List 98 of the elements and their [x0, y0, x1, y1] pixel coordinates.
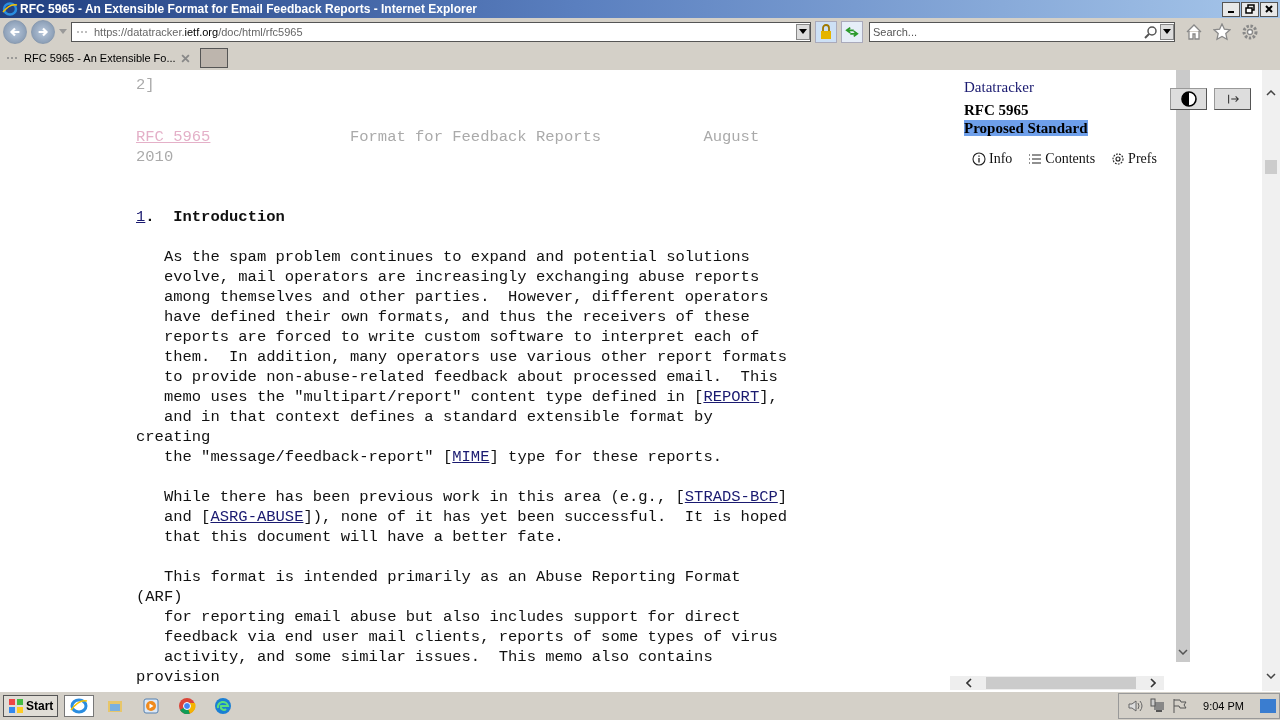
scroll-down-icon[interactable]: [1266, 673, 1276, 679]
document-text: ]), none of it has yet been successful. It is hoped: [303, 508, 788, 526]
window-title: RFC 5965 - An Extensible Format for Email Feedback Reports - Internet Explorer: [20, 2, 478, 16]
browser-logo-icon: [2, 1, 18, 17]
scroll-thumb[interactable]: [1265, 160, 1277, 174]
document-text: 2010: [136, 148, 174, 166]
link[interactable]: 1: [136, 208, 146, 226]
minimize-icon: [1228, 11, 1234, 13]
refresh-icon[interactable]: [841, 21, 863, 43]
link[interactable]: ASRG-ABUSE: [210, 508, 304, 526]
home-icon[interactable]: [1185, 23, 1203, 41]
right-arrow-icon: [36, 25, 50, 39]
star-icon[interactable]: [1213, 23, 1231, 41]
browser-logo-icon: [70, 697, 89, 715]
link[interactable]: MIME: [452, 448, 490, 466]
caret-icon: [799, 29, 807, 35]
document-text: This format is intended primarily as an Abuse Reporting Format: [162, 568, 741, 586]
sidebar-link[interactable]: Info: [972, 151, 1013, 167]
document-text: among themselves and other parties. However, different operators: [162, 288, 769, 306]
minimize-button[interactable]: [1222, 1, 1240, 17]
link[interactable]: REPORT: [703, 388, 760, 406]
left-arrow-icon: [8, 25, 22, 39]
document-text: 2]: [136, 76, 155, 94]
scrollbar[interactable]: [1176, 70, 1190, 662]
dropdown-caret-icon[interactable]: [59, 29, 67, 35]
start-button[interactable]: Start: [3, 695, 59, 717]
document-text: creating: [136, 428, 211, 446]
scroll-down-icon[interactable]: [1178, 649, 1188, 655]
new-tab-button[interactable]: [200, 48, 228, 68]
volume-icon[interactable]: [1127, 698, 1144, 714]
page-icon: [6, 55, 20, 61]
close-button[interactable]: [1260, 1, 1278, 17]
horizontal-scrollbar[interactable]: [950, 676, 1164, 690]
contrast-button[interactable]: [1170, 88, 1207, 110]
play-icon: [142, 697, 161, 715]
document-text: Format for Feedback Reports August: [348, 128, 760, 146]
document-text: to provide non-abuse-related feedback about processed email. This: [162, 368, 778, 386]
arrow-to-bar-icon: [1225, 92, 1240, 106]
sidebar-link[interactable]: Contents: [1028, 151, 1096, 167]
document-text: and [: [162, 508, 211, 526]
network-icon[interactable]: [1149, 698, 1166, 714]
restore-button[interactable]: [1241, 1, 1259, 17]
document-text: evolve, mail operators are increasingly exchanging abuse reports: [162, 268, 760, 286]
settings-icon: [1111, 152, 1126, 166]
close-tab-icon[interactable]: [181, 53, 190, 63]
document-text: . Introduction: [145, 208, 285, 226]
flag-icon[interactable]: [1171, 698, 1188, 714]
settings-icon[interactable]: [1241, 23, 1259, 41]
restore-icon: [1245, 4, 1255, 14]
scroll-left-icon[interactable]: [966, 678, 972, 688]
link[interactable]: STRADS-BCP: [684, 488, 778, 506]
dropdown-button[interactable]: [796, 24, 810, 40]
url-text: https://datatracker.ietf.org/doc/html/rfc5965: [94, 26, 304, 38]
caret-icon: [1163, 29, 1171, 35]
back-button[interactable]: [3, 20, 27, 44]
document-text: the "message/feedback-report" [: [162, 448, 453, 466]
document-text: reports are forced to write custom software to interpret each of: [162, 328, 760, 346]
status-text: Proposed Standard: [964, 120, 1088, 136]
scroll-right-icon[interactable]: [1150, 678, 1156, 688]
document-text: ],: [759, 388, 778, 406]
document-text: feedback via end user mail clients, reports of some types of virus: [162, 628, 778, 646]
contrast-icon: [1180, 91, 1197, 107]
document-text: While there has been previous work in this area (e.g., [: [162, 488, 685, 506]
document-text: provision: [136, 668, 220, 686]
search-icon[interactable]: [1144, 25, 1158, 39]
page-scrollbar[interactable]: [1262, 70, 1280, 691]
document-name: RFC 5965: [964, 102, 1030, 119]
windows-logo-icon: [8, 698, 24, 714]
document-text: (ARF): [136, 588, 183, 606]
edge-logo-icon: [214, 697, 233, 715]
document-text: that this document will have a better fate.: [162, 528, 564, 546]
clock: 9:04 PM: [1203, 700, 1244, 712]
page-icon: [76, 29, 90, 35]
search-field[interactable]: Search...: [869, 22, 1175, 42]
browser-tab[interactable]: RFC 5965 - An Extensible Fo...: [2, 47, 196, 69]
address-field[interactable]: https://datatracker.ietf.org/doc/html/rfc5965: [71, 22, 811, 42]
chrome-logo-icon: [178, 697, 197, 715]
document-text: for reporting email abuse but also includes support for direct: [162, 608, 741, 626]
document-text: ]: [777, 488, 788, 506]
document-text: have defined their own formats, and thus the receivers of these: [162, 308, 750, 326]
scroll-up-icon[interactable]: [1266, 90, 1276, 96]
lock-icon[interactable]: [815, 21, 837, 43]
sidebar-link[interactable]: Prefs: [1111, 151, 1157, 167]
dropdown-button[interactable]: [1160, 24, 1174, 40]
info-icon: [972, 152, 986, 166]
site-link[interactable]: Datatracker: [964, 79, 1034, 96]
document-text: As the spam problem continues to expand and potential solutions: [162, 248, 750, 266]
document-text: and in that context defines a standard extensible format by: [162, 408, 713, 426]
tab-title: RFC 5965 - An Extensible Fo...: [24, 52, 177, 64]
document-text: memo uses the "multipart/report" content type defined in [: [162, 388, 704, 406]
collapse-button[interactable]: [1214, 88, 1251, 110]
document-text: activity, and some similar issues. This memo also contains: [162, 648, 713, 666]
browser-taskbar-button[interactable]: [64, 695, 95, 717]
close-icon: [1264, 4, 1274, 14]
document-text: ] type for these reports.: [489, 448, 723, 466]
document-text: them. In addition, many operators use various other report formats: [162, 348, 788, 366]
list-icon: [1028, 152, 1043, 166]
forward-button[interactable]: [31, 20, 55, 44]
